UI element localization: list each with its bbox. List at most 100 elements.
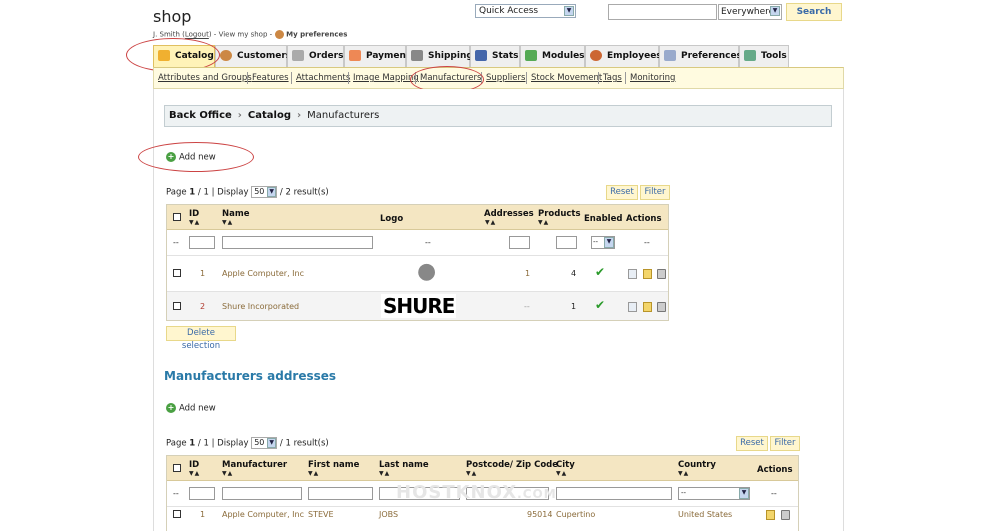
filter-first-name-input[interactable]	[308, 487, 373, 500]
subnav-attributes-groups[interactable]: Attributes and Groups	[158, 73, 252, 83]
search-input[interactable]	[608, 4, 717, 20]
tab-shipping[interactable]: Shipping	[406, 45, 473, 67]
search-scope-select[interactable]: Everywhere ▼	[718, 4, 782, 20]
row-checkbox[interactable]	[173, 510, 181, 518]
sort-arrows-icon[interactable]: ▼▲	[222, 470, 233, 477]
sort-arrows-icon[interactable]: ▼▲	[485, 219, 496, 226]
reset-button[interactable]: Reset	[736, 436, 768, 451]
quick-access-select[interactable]: Quick Access ▼	[475, 4, 576, 18]
per-page-select[interactable]: 50 ▼	[251, 186, 278, 198]
chevron-down-icon: ▼	[267, 438, 277, 448]
pager-label: Page	[166, 187, 187, 198]
wrench-icon	[744, 50, 756, 61]
catalog-subnav: Attributes and Groups Features Attachmen…	[153, 67, 844, 89]
subnav-image-mapping[interactable]: Image Mapping	[353, 73, 419, 83]
tab-preferences[interactable]: Preferences	[659, 45, 742, 67]
col-id: ID	[189, 209, 200, 219]
row-name[interactable]: Apple Computer, Inc	[222, 269, 304, 278]
sort-arrows-icon[interactable]: ▼▲	[189, 470, 200, 477]
pager-total: 1	[203, 187, 209, 198]
tab-orders[interactable]: Orders	[287, 45, 344, 67]
sort-arrows-icon[interactable]: ▼▲	[466, 470, 477, 477]
sort-arrows-icon[interactable]: ▼▲	[379, 470, 390, 477]
col-products: Products	[538, 209, 581, 219]
row-city: Cupertino	[556, 510, 596, 519]
watermark-text: HOSTKNOX	[396, 482, 518, 503]
sort-arrows-icon[interactable]: ▼▲	[678, 470, 689, 477]
subnav-stock-movement[interactable]: Stock Movement	[531, 73, 602, 83]
tab-payment[interactable]: Payment	[344, 45, 410, 67]
subnav-tags[interactable]: Tags	[603, 73, 622, 83]
puzzle-icon	[525, 50, 537, 61]
per-page-value: 50	[254, 187, 265, 196]
edit-icon[interactable]	[643, 302, 652, 312]
filter-empty: --	[173, 238, 179, 247]
filter-button[interactable]: Filter	[640, 185, 670, 200]
subnav-suppliers[interactable]: Suppliers	[486, 73, 525, 83]
row-divider	[167, 255, 668, 256]
tab-stats[interactable]: Stats	[470, 45, 520, 67]
enabled-check-icon[interactable]: ✔	[595, 265, 605, 279]
filter-id-input[interactable]	[189, 487, 215, 500]
sort-arrows-icon[interactable]: ▼▲	[308, 470, 319, 477]
tab-employees[interactable]: Employees	[585, 45, 662, 67]
edit-icon[interactable]	[643, 269, 652, 279]
add-new-address-button[interactable]: + Add new	[166, 403, 216, 414]
delete-icon[interactable]	[781, 510, 790, 520]
search-scope-value: Everywhere	[721, 7, 775, 17]
filter-button[interactable]: Filter	[770, 436, 800, 451]
subnav-features[interactable]: Features	[252, 73, 289, 83]
logout-link[interactable]: Logout	[185, 31, 209, 39]
my-preferences-link[interactable]: My preferences	[286, 31, 347, 39]
select-all-checkbox[interactable]	[173, 464, 181, 472]
delete-icon[interactable]	[657, 302, 666, 312]
filter-enabled-select[interactable]: -- ▼	[591, 236, 615, 249]
filter-name-input[interactable]	[222, 236, 373, 249]
reset-button[interactable]: Reset	[606, 185, 638, 200]
col-id: ID	[189, 460, 200, 470]
view-shop-link[interactable]: View my shop	[219, 31, 268, 39]
filter-manufacturer-input[interactable]	[222, 487, 302, 500]
subnav-divider	[526, 72, 527, 84]
addresses-pager: Page 1 / 1 | Display 50 ▼ / 1 result(s)	[166, 437, 329, 449]
filter-id-input[interactable]	[189, 236, 215, 249]
breadcrumb-back-office[interactable]: Back Office	[169, 110, 232, 121]
select-all-checkbox[interactable]	[173, 213, 181, 221]
sort-arrows-icon[interactable]: ▼▲	[189, 219, 200, 226]
col-city: City	[556, 460, 575, 470]
pager-display-label: | Display	[211, 438, 249, 449]
view-icon[interactable]	[628, 269, 637, 279]
tab-customers[interactable]: Customers	[215, 45, 291, 67]
row-manufacturer[interactable]: Apple Computer, Inc	[222, 510, 304, 519]
sort-arrows-icon[interactable]: ▼▲	[538, 219, 549, 226]
filter-city-input[interactable]	[556, 487, 672, 500]
search-button[interactable]: Search	[786, 3, 842, 21]
row-checkbox[interactable]	[173, 302, 181, 310]
view-icon[interactable]	[628, 302, 637, 312]
tab-tools[interactable]: Tools	[739, 45, 789, 67]
filter-addresses-input[interactable]	[509, 236, 530, 249]
breadcrumb-catalog[interactable]: Catalog	[248, 110, 291, 121]
edit-icon[interactable]	[766, 510, 775, 520]
pager-sep: /	[197, 187, 201, 198]
filter-country-select[interactable]: -- ▼	[678, 487, 750, 500]
filter-products-input[interactable]	[556, 236, 577, 249]
per-page-select[interactable]: 50 ▼	[251, 437, 278, 449]
chevron-right-icon: ›	[297, 110, 302, 121]
section-title-addresses: Manufacturers addresses	[164, 369, 337, 383]
row-name[interactable]: Shure Incorporated	[222, 302, 299, 311]
delete-selection-button[interactable]: Delete selection	[166, 326, 236, 351]
filter-logo-empty: --	[425, 238, 431, 247]
subnav-attachments[interactable]: Attachments	[296, 73, 350, 83]
manufacturers-pager: Page 1 / 1 | Display 50 ▼ / 2 result(s)	[166, 186, 329, 198]
subnav-monitoring[interactable]: Monitoring	[630, 73, 675, 83]
sort-arrows-icon[interactable]: ▼▲	[222, 219, 233, 226]
breadcrumb-current: Manufacturers	[307, 110, 380, 121]
tab-modules[interactable]: Modules	[520, 45, 585, 67]
filter-actions-empty: --	[644, 238, 650, 247]
row-checkbox[interactable]	[173, 269, 181, 277]
enabled-check-icon[interactable]: ✔	[595, 298, 605, 312]
tab-label: Employees	[607, 51, 662, 61]
sort-arrows-icon[interactable]: ▼▲	[556, 470, 567, 477]
delete-icon[interactable]	[657, 269, 666, 279]
